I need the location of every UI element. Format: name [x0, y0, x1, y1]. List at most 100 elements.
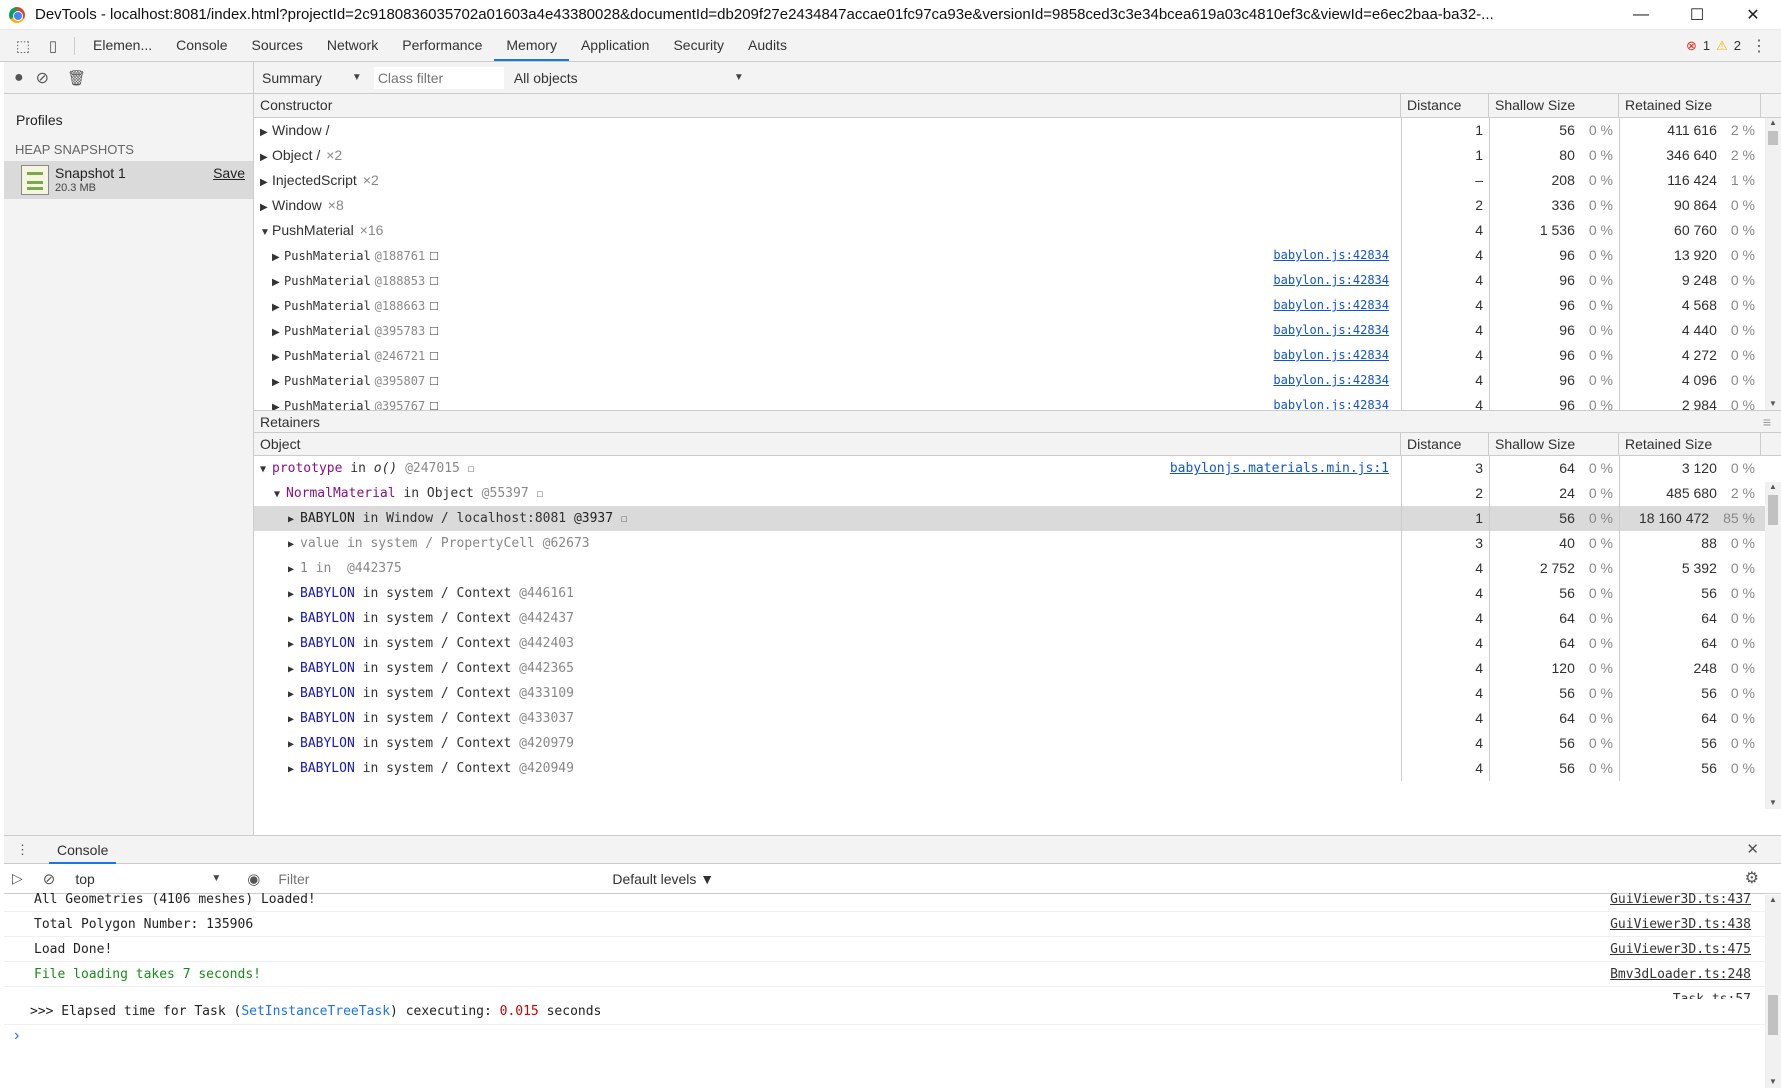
constructor-row[interactable]: ▶ PushMaterial @188853 ☐ babylon.js:42834 4…	[254, 268, 1781, 293]
sidebar-toggle-icon[interactable]: ▷	[12, 870, 23, 887]
save-snapshot-link[interactable]: Save	[213, 165, 245, 181]
constructor-row[interactable]: ▶ PushMaterial @395807 ☐ babylon.js:42834 4…	[254, 368, 1781, 393]
retainer-row[interactable]: ▶ BABYLON in system / Context @433037 4 64 0…	[254, 706, 1781, 731]
tab-elemen[interactable]: Elemen...	[81, 30, 164, 61]
expanded-arrow-icon[interactable]: ▼	[274, 482, 286, 507]
retainer-row[interactable]: ▶ BABYLON in Window / localhost:8081 @393…	[254, 506, 1781, 531]
col-retained-size[interactable]: Retained Size	[1619, 433, 1761, 455]
retainer-row[interactable]: ▶ BABYLON in system / Context @442437 4 64 0…	[254, 606, 1781, 631]
collapsed-arrow-icon[interactable]: ▶	[288, 582, 300, 607]
context-dropdown-icon[interactable]: ▼	[211, 873, 221, 884]
device-toolbar-icon[interactable]: ▯	[38, 31, 68, 61]
console-source-link[interactable]: GuiViewer3D.ts:438	[1610, 912, 1751, 937]
store-as-global-icon[interactable]: ☐	[429, 276, 439, 288]
store-as-global-icon[interactable]: ☐	[536, 487, 543, 500]
snapshot-item[interactable]: Snapshot 1 20.3 MB Save	[4, 161, 253, 199]
collapsed-arrow-icon[interactable]: ▶	[272, 320, 284, 345]
constructor-row[interactable]: ▶ InjectedScript ×2 – 208 0 % 116 424 1 %	[254, 168, 1781, 193]
source-link[interactable]: babylonjs.materials.min.js:1	[1170, 456, 1389, 481]
store-as-global-icon[interactable]: ☐	[429, 351, 439, 363]
context-select[interactable]: top	[75, 871, 211, 887]
col-retained-size[interactable]: Retained Size	[1619, 94, 1761, 117]
retainer-row[interactable]: ▶ value in system / PropertyCell @62673 3 4…	[254, 531, 1781, 556]
view-dropdown-icon[interactable]: ▼	[352, 72, 362, 83]
console-source-link[interactable]: GuiViewer3D.ts:475	[1610, 937, 1751, 962]
retainer-row[interactable]: ▶ BABYLON in system / Context @420979 4 56 0…	[254, 731, 1781, 756]
collapsed-arrow-icon[interactable]: ▶	[288, 507, 300, 532]
more-options-icon[interactable]: ⋮	[1751, 36, 1767, 56]
clear-icon[interactable]: ⊘	[36, 68, 49, 88]
console-source-link[interactable]: GuiViewer3D.ts:437	[1610, 887, 1751, 912]
view-select[interactable]: Summary	[262, 70, 322, 86]
collapsed-arrow-icon[interactable]: ▶	[288, 557, 300, 582]
console-settings-gear-icon[interactable]: ⚙	[1745, 868, 1759, 888]
retainer-row[interactable]: ▶ BABYLON in system / Context @420949 4 56 0…	[254, 756, 1781, 781]
console-scrollbar[interactable]: ▲ ▼	[1765, 895, 1781, 1088]
close-window-button[interactable]: ✕	[1725, 0, 1781, 30]
tab-console[interactable]: Console	[164, 30, 239, 61]
inspect-element-icon[interactable]: ⬚	[8, 31, 38, 61]
collapsed-arrow-icon[interactable]: ▶	[288, 532, 300, 557]
close-drawer-icon[interactable]: ✕	[1746, 840, 1759, 858]
collapsed-arrow-icon[interactable]: ▶	[260, 195, 272, 220]
store-as-global-icon[interactable]: ☐	[429, 326, 439, 338]
constructor-row[interactable]: ▶ Window ×8 2 336 0 % 90 864 0 %	[254, 193, 1781, 218]
objects-dropdown-icon[interactable]: ▼	[734, 72, 744, 83]
constructor-row[interactable]: ▶ PushMaterial @395767 ☐ babylon.js:42834 4…	[254, 393, 1781, 410]
collapsed-arrow-icon[interactable]: ▶	[272, 245, 284, 270]
store-as-global-icon[interactable]: ☐	[468, 462, 475, 475]
collapsed-arrow-icon[interactable]: ▶	[272, 270, 284, 295]
tab-security[interactable]: Security	[661, 30, 736, 61]
source-link[interactable]: babylon.js:42834	[1273, 393, 1389, 410]
source-link[interactable]: babylon.js:42834	[1273, 243, 1389, 268]
tab-sources[interactable]: Sources	[240, 30, 315, 61]
objects-select[interactable]: All objects	[514, 70, 734, 86]
store-as-global-icon[interactable]: ☐	[429, 376, 439, 388]
col-distance[interactable]: Distance	[1401, 94, 1489, 117]
class-filter-input[interactable]	[373, 66, 504, 89]
minimize-button[interactable]: —	[1613, 0, 1669, 30]
tab-network[interactable]: Network	[315, 30, 390, 61]
collapsed-arrow-icon[interactable]: ▶	[260, 170, 272, 195]
collapsed-arrow-icon[interactable]: ▶	[288, 657, 300, 682]
tab-application[interactable]: Application	[569, 30, 662, 61]
expanded-arrow-icon[interactable]: ▼	[260, 457, 272, 482]
col-distance[interactable]: Distance	[1401, 433, 1489, 455]
retainer-row[interactable]: ▶ BABYLON in system / Context @446161 4 56 0…	[254, 581, 1781, 606]
col-shallow-size[interactable]: Shallow Size	[1489, 433, 1619, 455]
log-levels-select[interactable]: Default levels ▼	[612, 871, 714, 887]
resize-handle-icon[interactable]: ≡	[1763, 411, 1771, 433]
record-icon[interactable]: ●	[14, 69, 24, 87]
warning-icon[interactable]: ⚠	[1716, 38, 1728, 54]
collapsed-arrow-icon[interactable]: ▶	[288, 732, 300, 757]
elapsed-task-name[interactable]: SetInstanceTreeTask	[241, 1004, 390, 1019]
store-as-global-icon[interactable]: ☐	[429, 251, 439, 263]
col-constructor[interactable]: Constructor	[254, 94, 1401, 117]
constructor-row[interactable]: ▶ Object / ×2 1 80 0 % 346 640 2 %	[254, 143, 1781, 168]
tab-performance[interactable]: Performance	[390, 30, 494, 61]
constructor-row[interactable]: ▶ PushMaterial @188761 ☐ babylon.js:42834 4…	[254, 243, 1781, 268]
live-expression-eye-icon[interactable]: ◉	[247, 870, 260, 888]
collapsed-arrow-icon[interactable]: ▶	[272, 370, 284, 395]
retainer-row[interactable]: ▼ NormalMaterial in Object @55397 ☐ 2 24 0 %…	[254, 481, 1781, 506]
store-as-global-icon[interactable]: ☐	[429, 401, 439, 410]
retainer-row[interactable]: ▶ BABYLON in system / Context @433109 4 56 0…	[254, 681, 1781, 706]
retainers-scrollbar[interactable]: ▲ ▼	[1765, 482, 1781, 809]
collapsed-arrow-icon[interactable]: ▶	[260, 145, 272, 170]
tab-memory[interactable]: Memory	[494, 30, 569, 61]
collapsed-arrow-icon[interactable]: ▶	[288, 707, 300, 732]
trash-icon[interactable]: 🗑	[67, 69, 86, 87]
tab-audits[interactable]: Audits	[736, 30, 799, 61]
constructor-scrollbar[interactable]: ▲ ▼	[1765, 118, 1781, 410]
drawer-tab-console[interactable]: Console	[49, 836, 117, 864]
source-link[interactable]: babylon.js:42834	[1273, 343, 1389, 368]
store-as-global-icon[interactable]: ☐	[621, 512, 628, 525]
maximize-button[interactable]: ☐	[1669, 0, 1725, 30]
source-link[interactable]: babylon.js:42834	[1273, 318, 1389, 343]
col-shallow-size[interactable]: Shallow Size	[1489, 94, 1619, 117]
expanded-arrow-icon[interactable]: ▼	[260, 220, 272, 245]
source-link[interactable]: babylon.js:42834	[1273, 293, 1389, 318]
console-prompt[interactable]: ›	[4, 1025, 1781, 1047]
console-source-link[interactable]: Task.ts:57	[1673, 987, 1751, 999]
col-object[interactable]: Object	[254, 433, 1401, 455]
